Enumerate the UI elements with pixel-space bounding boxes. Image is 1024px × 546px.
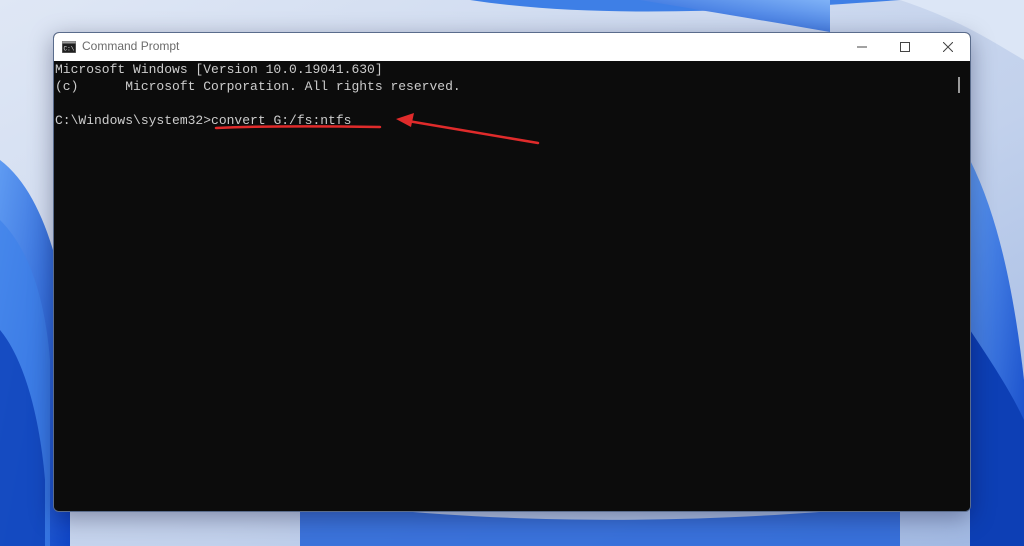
typed-command: convert G:/fs:ntfs — [211, 113, 352, 128]
maximize-icon — [900, 42, 910, 52]
command-line[interactable]: C:\Windows\system32>convert G:/fs:ntfs — [55, 112, 351, 129]
maximize-button[interactable] — [883, 33, 927, 61]
console-output[interactable]: Microsoft Windows [Version 10.0.19041.63… — [54, 61, 950, 511]
minimize-icon — [857, 46, 867, 48]
close-button[interactable] — [926, 33, 970, 61]
minimize-button[interactable] — [840, 33, 884, 61]
copyright-line: (c) Microsoft Corporation. All rights re… — [55, 79, 461, 94]
command-prompt-window: C:\ Command Prompt Microsoft Windows [Ve… — [53, 32, 971, 512]
cmd-icon: C:\ — [62, 41, 76, 53]
title-bar[interactable]: C:\ Command Prompt — [54, 33, 970, 61]
svg-text:C:\: C:\ — [64, 46, 75, 53]
scrollbar-thumb[interactable] — [958, 77, 960, 93]
prompt-path: C:\Windows\system32> — [55, 113, 212, 128]
close-icon — [943, 42, 953, 52]
version-line: Microsoft Windows [Version 10.0.19041.63… — [55, 62, 383, 77]
window-title: Command Prompt — [82, 39, 180, 53]
console-scrollbar[interactable] — [950, 61, 970, 511]
